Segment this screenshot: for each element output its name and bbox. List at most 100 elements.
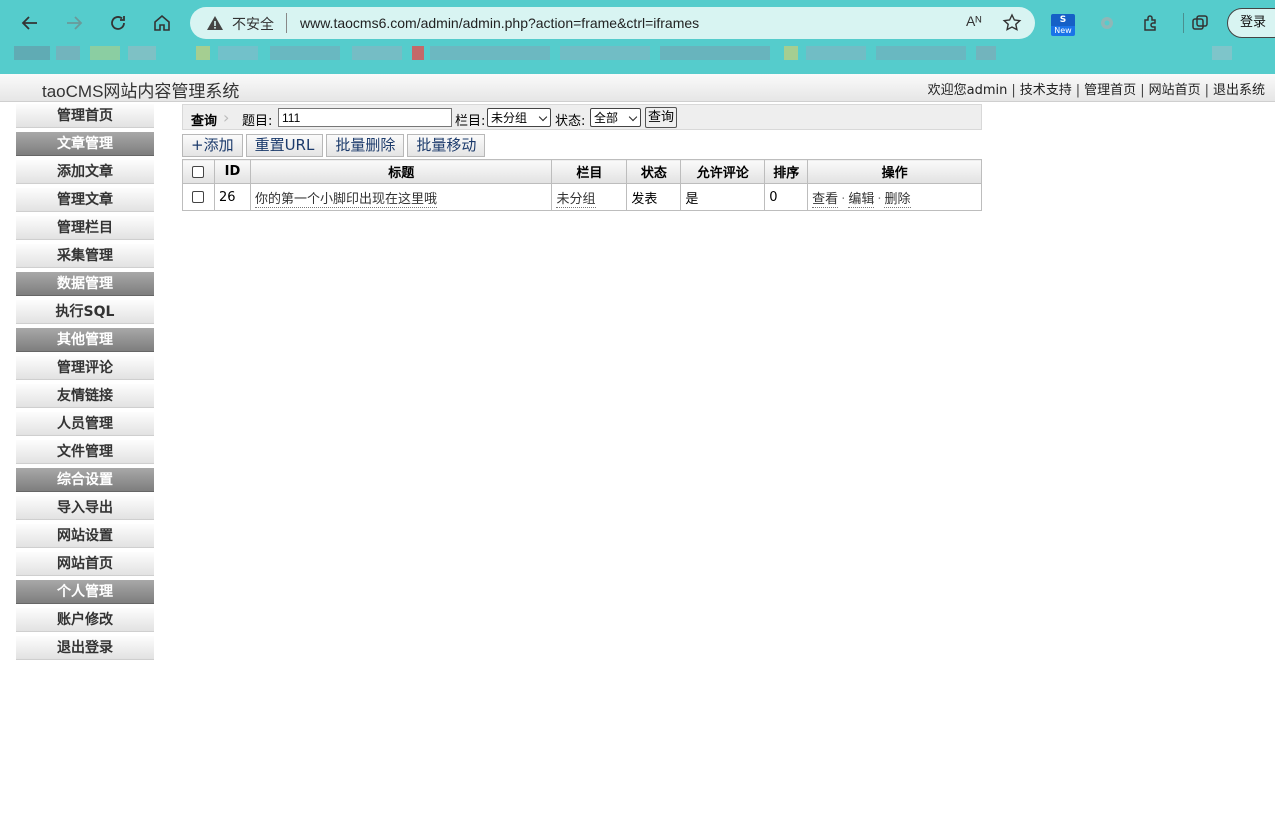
blurred-favorite[interactable] bbox=[56, 46, 80, 60]
action-toolbar: +添加 重置URL 批量删除 批量移动 bbox=[182, 134, 486, 158]
blurred-favorite[interactable] bbox=[128, 46, 156, 60]
favorites-bar bbox=[0, 42, 1275, 74]
ops-separator: · bbox=[877, 191, 882, 207]
sidebar-item[interactable]: 退出登录 bbox=[16, 636, 154, 660]
blurred-favorite[interactable] bbox=[876, 46, 966, 60]
ops-separator: · bbox=[841, 191, 846, 207]
address-separator bbox=[286, 13, 287, 33]
batch-delete-button[interactable]: 批量删除 bbox=[326, 134, 405, 157]
sidebar-item[interactable]: 文件管理 bbox=[16, 440, 154, 464]
home-button[interactable] bbox=[148, 9, 176, 37]
article-table: ID 标题 栏目 状态 允许评论 排序 操作 26 你的第一个小脚印出现在这里哦… bbox=[182, 159, 982, 211]
divider: | bbox=[1140, 83, 1145, 98]
address-bar[interactable]: 不安全 www.taocms6.com/admin/admin.php?acti… bbox=[190, 7, 1035, 39]
status-label: 状态: bbox=[555, 114, 586, 129]
view-link[interactable]: 查看 bbox=[812, 191, 839, 208]
collections-icon[interactable] bbox=[1187, 10, 1213, 36]
column-header: 标题 bbox=[249, 159, 553, 184]
insecure-label: 不安全 bbox=[232, 17, 274, 33]
keyword-label: 题目: bbox=[242, 114, 273, 129]
select-all-checkbox[interactable] bbox=[192, 165, 205, 178]
forward-button[interactable] bbox=[60, 9, 88, 37]
blurred-favorite[interactable] bbox=[218, 46, 258, 60]
sidebar-group-header: 综合设置 bbox=[16, 468, 154, 492]
id-cell: 26 bbox=[213, 183, 251, 211]
extension-s-icon: S bbox=[1051, 14, 1075, 26]
keyword-input[interactable] bbox=[278, 108, 452, 127]
delete-link[interactable]: 删除 bbox=[884, 191, 911, 208]
article-column-link[interactable]: 未分组 bbox=[556, 191, 596, 208]
forward-arrow-icon bbox=[67, 16, 83, 30]
sidebar-item[interactable]: 添加文章 bbox=[16, 160, 154, 184]
blurred-favorite[interactable] bbox=[196, 46, 210, 60]
column-header: 操作 bbox=[807, 159, 982, 184]
sidebar-item[interactable]: 管理首页 bbox=[16, 104, 154, 128]
blurred-favorite[interactable] bbox=[560, 46, 650, 60]
reset-url-button[interactable]: 重置URL bbox=[245, 134, 324, 157]
column-header: 排序 bbox=[764, 159, 809, 184]
blurred-favorite[interactable] bbox=[90, 46, 120, 60]
extension-gear-icon[interactable] bbox=[1094, 10, 1120, 36]
column-header: 栏目 bbox=[551, 159, 628, 184]
title-cell: 你的第一个小脚印出现在这里哦 bbox=[249, 183, 553, 211]
blurred-favorite[interactable] bbox=[352, 46, 402, 60]
sidebar-item[interactable]: 管理评论 bbox=[16, 356, 154, 380]
row-select-cell bbox=[182, 183, 215, 211]
article-title-link[interactable]: 你的第一个小脚印出现在这里哦 bbox=[254, 191, 437, 208]
back-arrow-icon bbox=[21, 16, 37, 30]
sidebar-item[interactable]: 人员管理 bbox=[16, 412, 154, 436]
status-select[interactable]: 全部 bbox=[590, 108, 641, 127]
search-submit-button[interactable]: 查询 bbox=[645, 107, 678, 128]
batch-move-button[interactable]: 批量移动 bbox=[407, 134, 486, 157]
search-title: 查询 bbox=[191, 114, 218, 129]
sidebar-item[interactable]: 网站首页 bbox=[16, 552, 154, 576]
site-home-link[interactable]: 网站首页 bbox=[1149, 83, 1201, 98]
blurred-favorite[interactable] bbox=[806, 46, 866, 60]
header-links: 欢迎您admin | 技术支持 | 管理首页 | 网站首页 | 退出系统 bbox=[928, 79, 1265, 98]
column-header: ID bbox=[213, 159, 251, 184]
sidebar-item[interactable]: 执行SQL bbox=[16, 300, 154, 324]
blurred-favorite[interactable] bbox=[14, 46, 50, 60]
refresh-icon bbox=[111, 16, 125, 30]
column-cell: 未分组 bbox=[551, 183, 628, 211]
admin-home-link[interactable]: 管理首页 bbox=[1084, 83, 1136, 98]
back-button[interactable] bbox=[16, 9, 44, 37]
sidebar-item[interactable]: 友情链接 bbox=[16, 384, 154, 408]
sidebar-item[interactable]: 管理栏目 bbox=[16, 216, 154, 240]
row-checkbox[interactable] bbox=[192, 191, 205, 203]
sidebar-group-header: 数据管理 bbox=[16, 272, 154, 296]
divider: | bbox=[1075, 83, 1081, 98]
divider: | bbox=[1204, 83, 1209, 98]
login-button[interactable]: 登录 bbox=[1227, 8, 1275, 38]
search-bar: 查询 › 题目: 栏目: 未分组 状态: 全部 查询 bbox=[182, 104, 982, 130]
blurred-favorite[interactable] bbox=[270, 46, 340, 60]
blurred-favorite[interactable] bbox=[784, 46, 798, 60]
sidebar-item[interactable]: 网站设置 bbox=[16, 524, 154, 548]
edit-link[interactable]: 编辑 bbox=[848, 191, 875, 208]
tech-support-link[interactable]: 技术支持 bbox=[1020, 83, 1072, 98]
blurred-favorite[interactable] bbox=[976, 46, 996, 60]
add-favorite-icon[interactable] bbox=[1002, 13, 1022, 33]
sidebar-menu: 管理首页 文章管理 添加文章 管理文章 管理栏目 采集管理 数据管理 执行SQL 其他管理 管理评… bbox=[16, 104, 154, 664]
site-title: taoCMS网站内容管理系统 bbox=[42, 82, 240, 101]
sidebar-item[interactable]: 管理文章 bbox=[16, 188, 154, 212]
select-all-header bbox=[182, 159, 215, 184]
sidebar-item[interactable]: 账户修改 bbox=[16, 608, 154, 632]
sidebar-item[interactable]: 导入导出 bbox=[16, 496, 154, 520]
extensions-puzzle-icon[interactable] bbox=[1138, 10, 1164, 36]
extension-new-badge[interactable]: S New bbox=[1051, 14, 1075, 36]
column-select[interactable]: 未分组 bbox=[487, 108, 551, 127]
sidebar-group-header: 文章管理 bbox=[16, 132, 154, 156]
blurred-favorite[interactable] bbox=[430, 46, 550, 60]
url-text[interactable]: www.taocms6.com/admin/admin.php?action=f… bbox=[300, 15, 699, 31]
blurred-favorite[interactable] bbox=[1212, 46, 1232, 60]
sidebar-item[interactable]: 采集管理 bbox=[16, 244, 154, 268]
cms-header: taoCMS网站内容管理系统 欢迎您admin | 技术支持 | 管理首页 | 网站首页 | 退… bbox=[0, 74, 1275, 102]
add-button[interactable]: +添加 bbox=[182, 134, 243, 157]
refresh-button[interactable] bbox=[104, 9, 132, 37]
blurred-favorite[interactable] bbox=[660, 46, 770, 60]
logout-link[interactable]: 退出系统 bbox=[1213, 83, 1265, 98]
blurred-favorite[interactable] bbox=[412, 46, 424, 60]
read-aloud-icon[interactable]: Aᴺ bbox=[966, 13, 981, 29]
column-header: 状态 bbox=[626, 159, 682, 184]
